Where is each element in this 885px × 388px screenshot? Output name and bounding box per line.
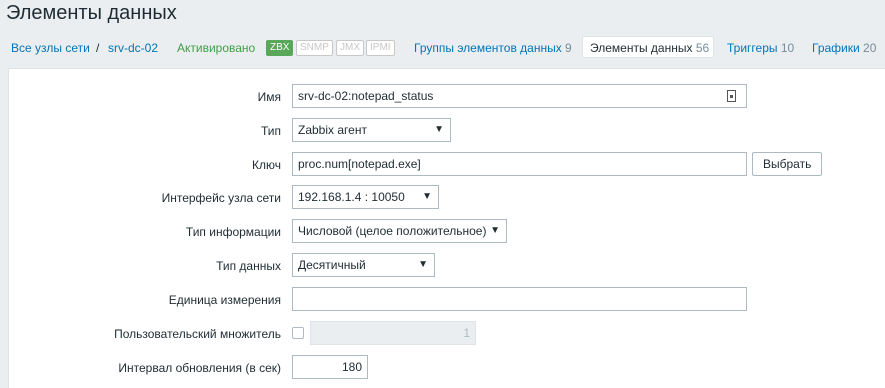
units-input[interactable]: [292, 287, 747, 311]
tab-triggers-count: 10: [780, 41, 795, 55]
document-icon[interactable]: [727, 90, 736, 102]
tab-items-count: 56: [695, 41, 710, 55]
host-link[interactable]: srv-dc-02: [108, 41, 158, 55]
dropdown-arrow-icon: ▼: [422, 191, 432, 202]
breadcrumb-separator: /: [96, 41, 100, 55]
type-select[interactable]: Zabbix агент ▼: [292, 118, 451, 142]
tab-items-label: Элементы данных: [590, 41, 693, 55]
multiplier-input-value: 1: [463, 326, 470, 340]
interface-select-value: 192.168.1.4 : 10050: [298, 190, 405, 204]
info-type-select[interactable]: Числовой (целое положительное) ▼: [292, 219, 507, 243]
tab-item-groups-count: 9: [565, 41, 572, 55]
info-type-select-value: Числовой (целое положительное): [298, 224, 487, 238]
name-input-value: srv-dc-02:notepad_status: [298, 89, 434, 103]
availability-snmp: SNMP: [296, 40, 333, 56]
page-title: Элементы данных: [6, 2, 177, 24]
tab-graphs[interactable]: Графики 20: [812, 41, 876, 55]
key-input[interactable]: proc.num[notepad.exe]: [292, 152, 747, 176]
item-form-panel: Имя srv-dc-02:notepad_status Тип Zabbix …: [8, 68, 885, 388]
host-navigation: Все узлы сети / srv-dc-02 Активировано Z…: [0, 36, 885, 62]
tab-item-groups-label: Группы элементов данных: [414, 41, 562, 55]
interval-input[interactable]: 180: [292, 355, 368, 379]
tab-item-groups[interactable]: Группы элементов данных 9: [414, 41, 572, 55]
name-input[interactable]: srv-dc-02:notepad_status: [292, 84, 747, 108]
data-type-label: Тип данных: [216, 259, 281, 273]
data-type-select[interactable]: Десятичный ▼: [292, 253, 435, 277]
data-type-select-value: Десятичный: [298, 258, 366, 272]
all-hosts-link[interactable]: Все узлы сети: [11, 41, 90, 55]
multiplier-input: 1: [310, 321, 476, 345]
availability-ipmi: IPMI: [366, 40, 395, 56]
tab-graphs-label: Графики: [812, 41, 860, 55]
host-status[interactable]: Активировано: [177, 41, 255, 55]
dropdown-arrow-icon: ▼: [490, 225, 500, 236]
interval-label: Интервал обновления (в сек): [118, 361, 281, 375]
name-label: Имя: [257, 90, 281, 104]
tab-triggers-label: Триггеры: [727, 41, 778, 55]
key-input-value: proc.num[notepad.exe]: [298, 157, 421, 171]
multiplier-label: Пользовательский множитель: [114, 327, 281, 341]
select-key-button[interactable]: Выбрать: [752, 152, 822, 176]
key-label: Ключ: [252, 158, 281, 172]
multiplier-checkbox[interactable]: [292, 327, 304, 339]
availability-jmx: JMX: [336, 40, 364, 56]
interval-input-value: 180: [341, 360, 362, 374]
interface-label: Интерфейс узла сети: [161, 191, 281, 205]
tab-items[interactable]: Элементы данных 56: [590, 41, 709, 55]
dropdown-arrow-icon: ▼: [434, 124, 444, 135]
interface-select[interactable]: 192.168.1.4 : 10050 ▼: [292, 185, 439, 209]
units-label: Единица измерения: [168, 293, 281, 307]
type-label: Тип: [260, 124, 281, 138]
availability-zbx: ZBX: [266, 40, 294, 56]
tab-graphs-count: 20: [863, 41, 877, 55]
info-type-label: Тип информации: [185, 225, 281, 239]
dropdown-arrow-icon: ▼: [418, 259, 428, 270]
tab-triggers[interactable]: Триггеры 10: [727, 41, 794, 55]
type-select-value: Zabbix агент: [298, 123, 367, 137]
